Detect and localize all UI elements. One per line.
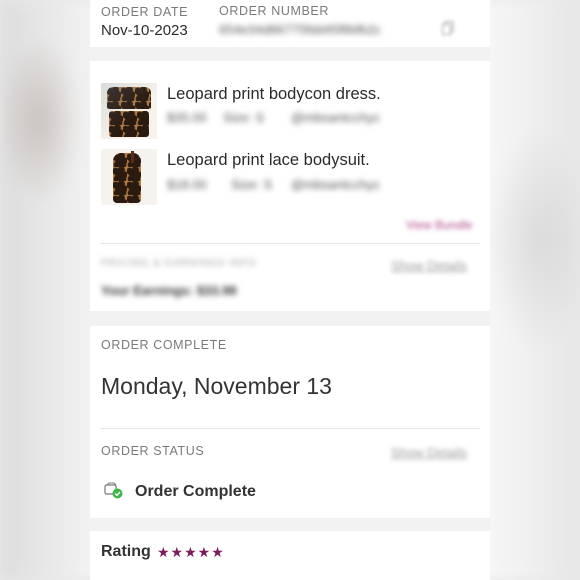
order-header-card: ORDER DATE Nov-10-2023 ORDER NUMBER 654e… [90,0,490,47]
pricing-label: PRICING & EARNINGS INFO [101,258,257,269]
order-date-label: ORDER DATE [101,5,189,19]
pricing-show-details-link[interactable]: Show Details [391,258,467,273]
item-price: $35.00 [167,110,207,125]
divider [100,243,480,244]
order-date-value: Nov-10-2023 [101,22,188,39]
order-complete-label: ORDER COMPLETE [101,338,227,352]
order-number-label: ORDER NUMBER [219,4,329,18]
order-status-label: ORDER STATUS [101,444,205,458]
view-bundle-link[interactable]: View Bundle [406,218,473,232]
item-size: Size: S [223,110,265,125]
rating-label: Rating [101,543,151,560]
item-title[interactable]: Leopard print lace bodysuit. [167,151,370,170]
rating-card: Rating ★★★★★ [90,531,490,580]
divider [100,428,480,429]
order-details-screen: ORDER DATE Nov-10-2023 ORDER NUMBER 654e… [90,0,490,580]
item-price: $18.00 [167,177,207,192]
item-thumbnail[interactable] [101,83,157,139]
copy-icon[interactable] [441,20,454,36]
star-rating: ★★★★★ [157,544,225,560]
item-title[interactable]: Leopard print bodycon dress. [167,85,381,104]
order-complete-date: Monday, November 13 [101,373,332,399]
item-thumbnail[interactable] [101,149,157,205]
item-size: Size: S [231,177,273,192]
order-status-card: ORDER COMPLETE Monday, November 13 ORDER… [90,326,490,518]
earnings-text: Your Earnings: $33.98 [101,283,237,298]
order-number-value: 654e34d86775fdd45f8bfb2c [219,22,381,37]
item-seller: @mbsantcchyc [291,110,381,125]
order-status-text: Order Complete [135,483,256,500]
item-seller: @mbsantcchyc [291,177,381,192]
order-items-card: Leopard print bodycon dress. $35.00 Size… [90,61,490,311]
package-check-icon [104,482,123,500]
status-show-details-link[interactable]: Show Details [391,445,467,460]
